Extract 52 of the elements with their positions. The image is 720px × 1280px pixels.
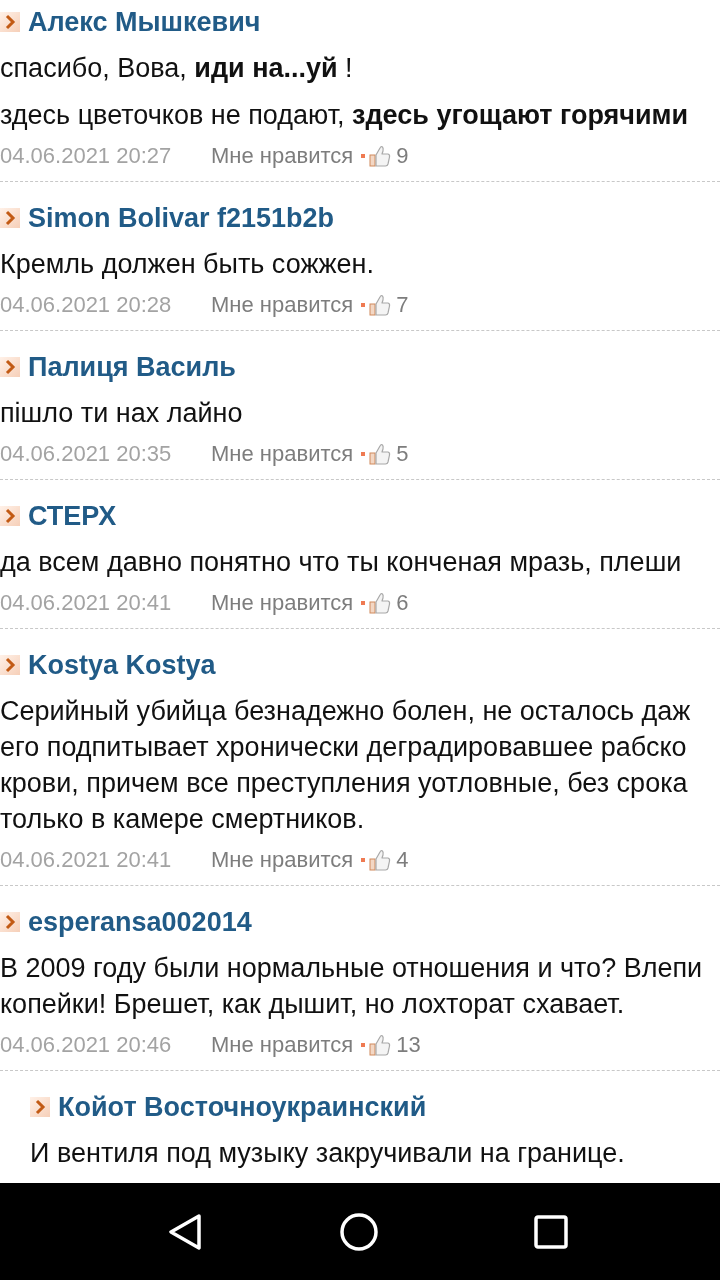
author-name[interactable]: Палиця Василь: [28, 349, 236, 385]
thumbs-up-icon: [369, 849, 392, 871]
like-link[interactable]: Мне нравится: [211, 439, 354, 469]
comment-text: Кремль должен быть сожжен.: [0, 248, 374, 281]
thumbs-up-icon: [369, 443, 392, 465]
like-link[interactable]: Мне нравится: [211, 1030, 354, 1060]
comment-text: пішло ти нах лайно: [0, 397, 243, 430]
thumbs-up-icon: [369, 1034, 392, 1056]
chevron-icon: [0, 357, 20, 377]
like-link[interactable]: Мне нравится: [211, 290, 354, 320]
comment-date: 04.06.2021 20:28: [0, 292, 172, 317]
chevron-icon: [0, 506, 20, 526]
recents-button[interactable]: [534, 1214, 568, 1249]
like-count: 6: [396, 589, 409, 617]
like-count: 4: [396, 846, 409, 874]
author-name[interactable]: esperansa002014: [28, 904, 252, 940]
comment-text: спасибо, Вова, иди на...уй !: [0, 52, 353, 85]
author-name[interactable]: СТЕРХ: [28, 498, 117, 534]
author-name[interactable]: Simon Bolivar f2151b2b: [28, 200, 335, 236]
back-button[interactable]: [166, 1212, 204, 1251]
back-icon: [168, 1213, 202, 1250]
like-link[interactable]: Мне нравится: [211, 588, 354, 618]
comment-text: В 2009 году были нормальные отношения и что? Влепи копейки! Брешет, как дышит, но лохторат схавает.: [0, 952, 703, 1021]
like-count: 5: [396, 440, 409, 468]
comment-text: да всем давно понятно что ты конченая мразь, плеши: [0, 546, 682, 579]
recents-icon: [534, 1214, 568, 1249]
thumbs-up-icon: [369, 294, 392, 316]
like-link[interactable]: Мне нравится: [211, 845, 354, 875]
chevron-icon: [0, 655, 20, 675]
comment-text: Серийный убийца безнадежно болен, не осталось даж его подпитывает хронически деградировавшее рабско крови, причем все преступления уотловные, без срока только в камере смертников.: [0, 695, 691, 836]
home-button[interactable]: [340, 1212, 378, 1251]
thumbs-up-icon: [369, 592, 392, 614]
author-name[interactable]: Алекс Мышкевич: [28, 4, 261, 40]
chevron-icon: [30, 1097, 50, 1117]
comment-text: И вентиля под музыку закручивали на границе.: [30, 1137, 625, 1170]
like-link[interactable]: Мне нравится: [211, 141, 354, 171]
chevron-icon: [0, 912, 20, 932]
author-name[interactable]: Койот Восточноукраинский: [58, 1089, 427, 1125]
author-name[interactable]: Kostya Kostya: [28, 647, 216, 683]
comment-date: 04.06.2021 20:41: [0, 590, 172, 615]
comment-date: 04.06.2021 20:27: [0, 143, 172, 168]
like-count: 7: [396, 291, 409, 319]
like-count: 9: [396, 142, 409, 170]
chevron-icon: [0, 12, 20, 32]
like-count: 13: [396, 1031, 421, 1059]
comment-date: 04.06.2021 20:46: [0, 1032, 172, 1057]
chevron-icon: [0, 208, 20, 228]
comment-date: 04.06.2021 20:41: [0, 847, 172, 872]
comment-date: 04.06.2021 20:35: [0, 441, 172, 466]
home-icon: [340, 1212, 378, 1251]
thumbs-up-icon: [369, 145, 392, 167]
comment-text: здесь цветочков не подают, здесь угощают горячими: [0, 99, 689, 132]
